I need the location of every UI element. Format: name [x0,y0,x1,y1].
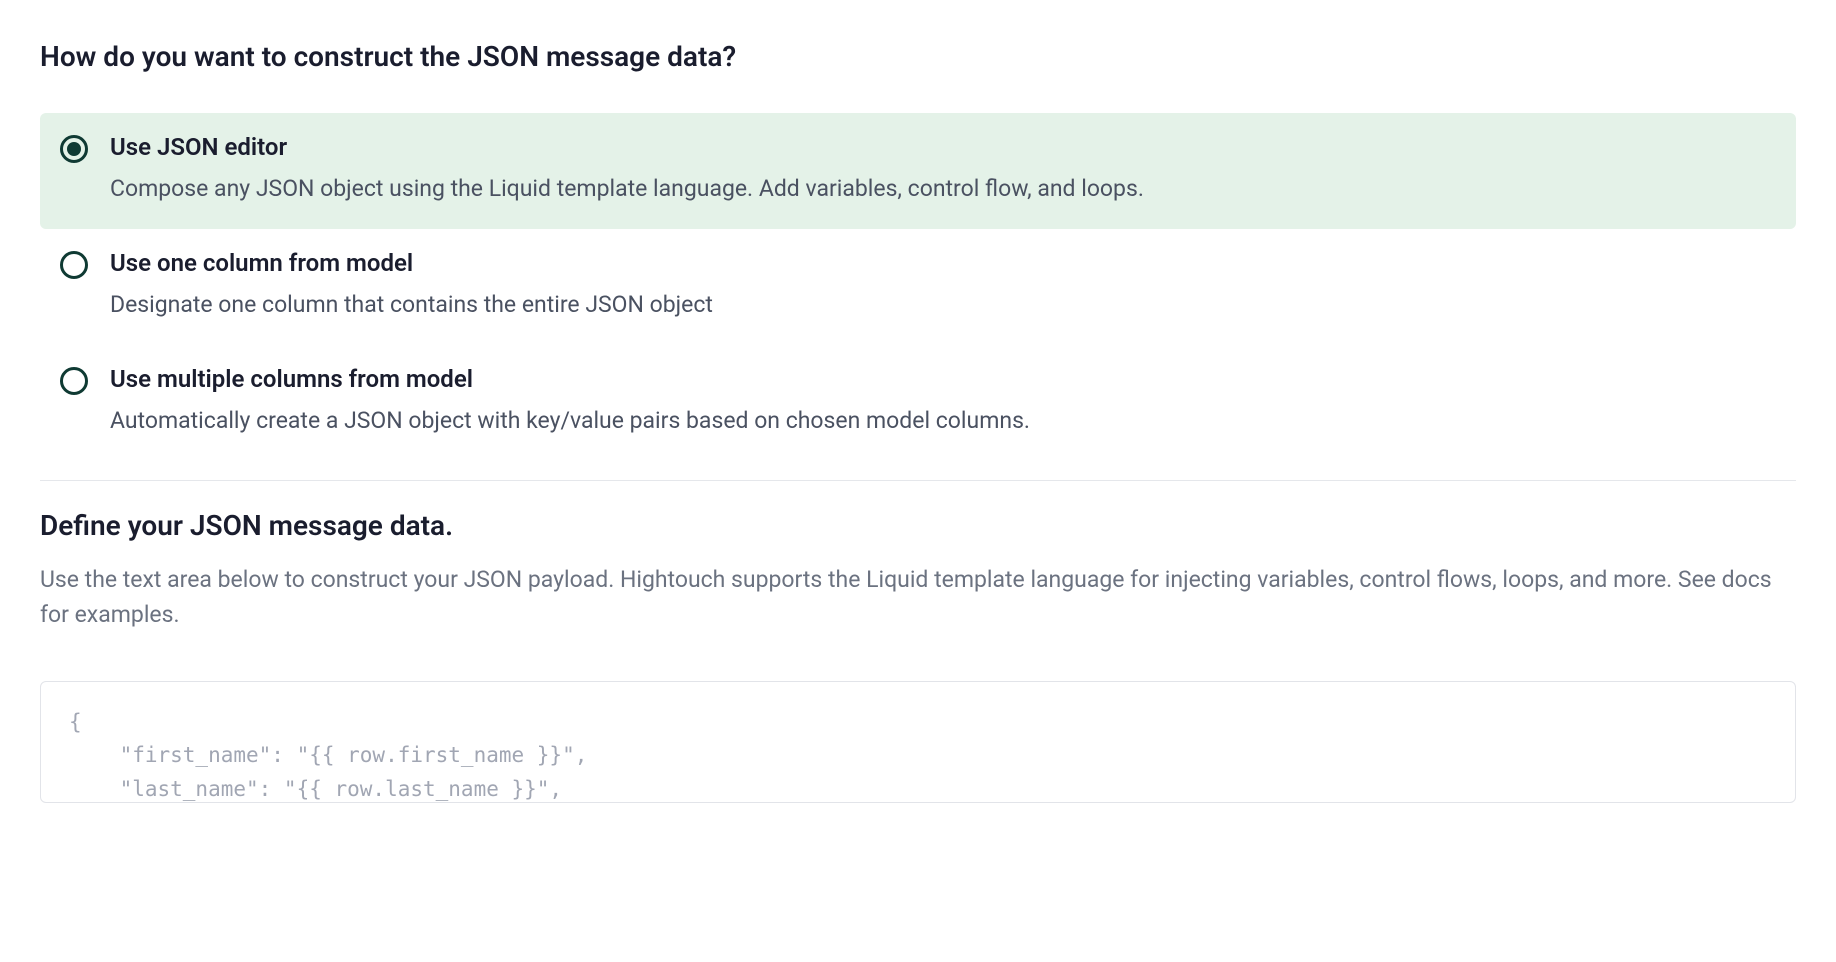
radio-icon [60,135,88,163]
radio-option-one-column[interactable]: Use one column from model Designate one … [40,229,1796,345]
radio-desc: Compose any JSON object using the Liquid… [110,173,1144,205]
define-heading: Define your JSON message data. [40,509,1796,542]
radio-icon [60,251,88,279]
radio-title: Use one column from model [110,249,713,277]
radio-content: Use JSON editor Compose any JSON object … [110,133,1144,205]
construct-radio-group: Use JSON editor Compose any JSON object … [40,113,1796,462]
radio-content: Use multiple columns from model Automati… [110,365,1030,437]
radio-option-json-editor[interactable]: Use JSON editor Compose any JSON object … [40,113,1796,229]
radio-title: Use JSON editor [110,133,1144,161]
radio-desc: Automatically create a JSON object with … [110,405,1030,437]
radio-title: Use multiple columns from model [110,365,1030,393]
radio-option-multiple-columns[interactable]: Use multiple columns from model Automati… [40,345,1796,461]
construct-question-heading: How do you want to construct the JSON me… [40,40,1796,73]
define-desc: Use the text area below to construct you… [40,562,1796,633]
radio-desc: Designate one column that contains the e… [110,289,713,321]
radio-content: Use one column from model Designate one … [110,249,713,321]
json-editor-textarea[interactable]: { "first_name": "{{ row.first_name }}", … [40,681,1796,803]
radio-icon [60,367,88,395]
section-divider [40,480,1796,481]
